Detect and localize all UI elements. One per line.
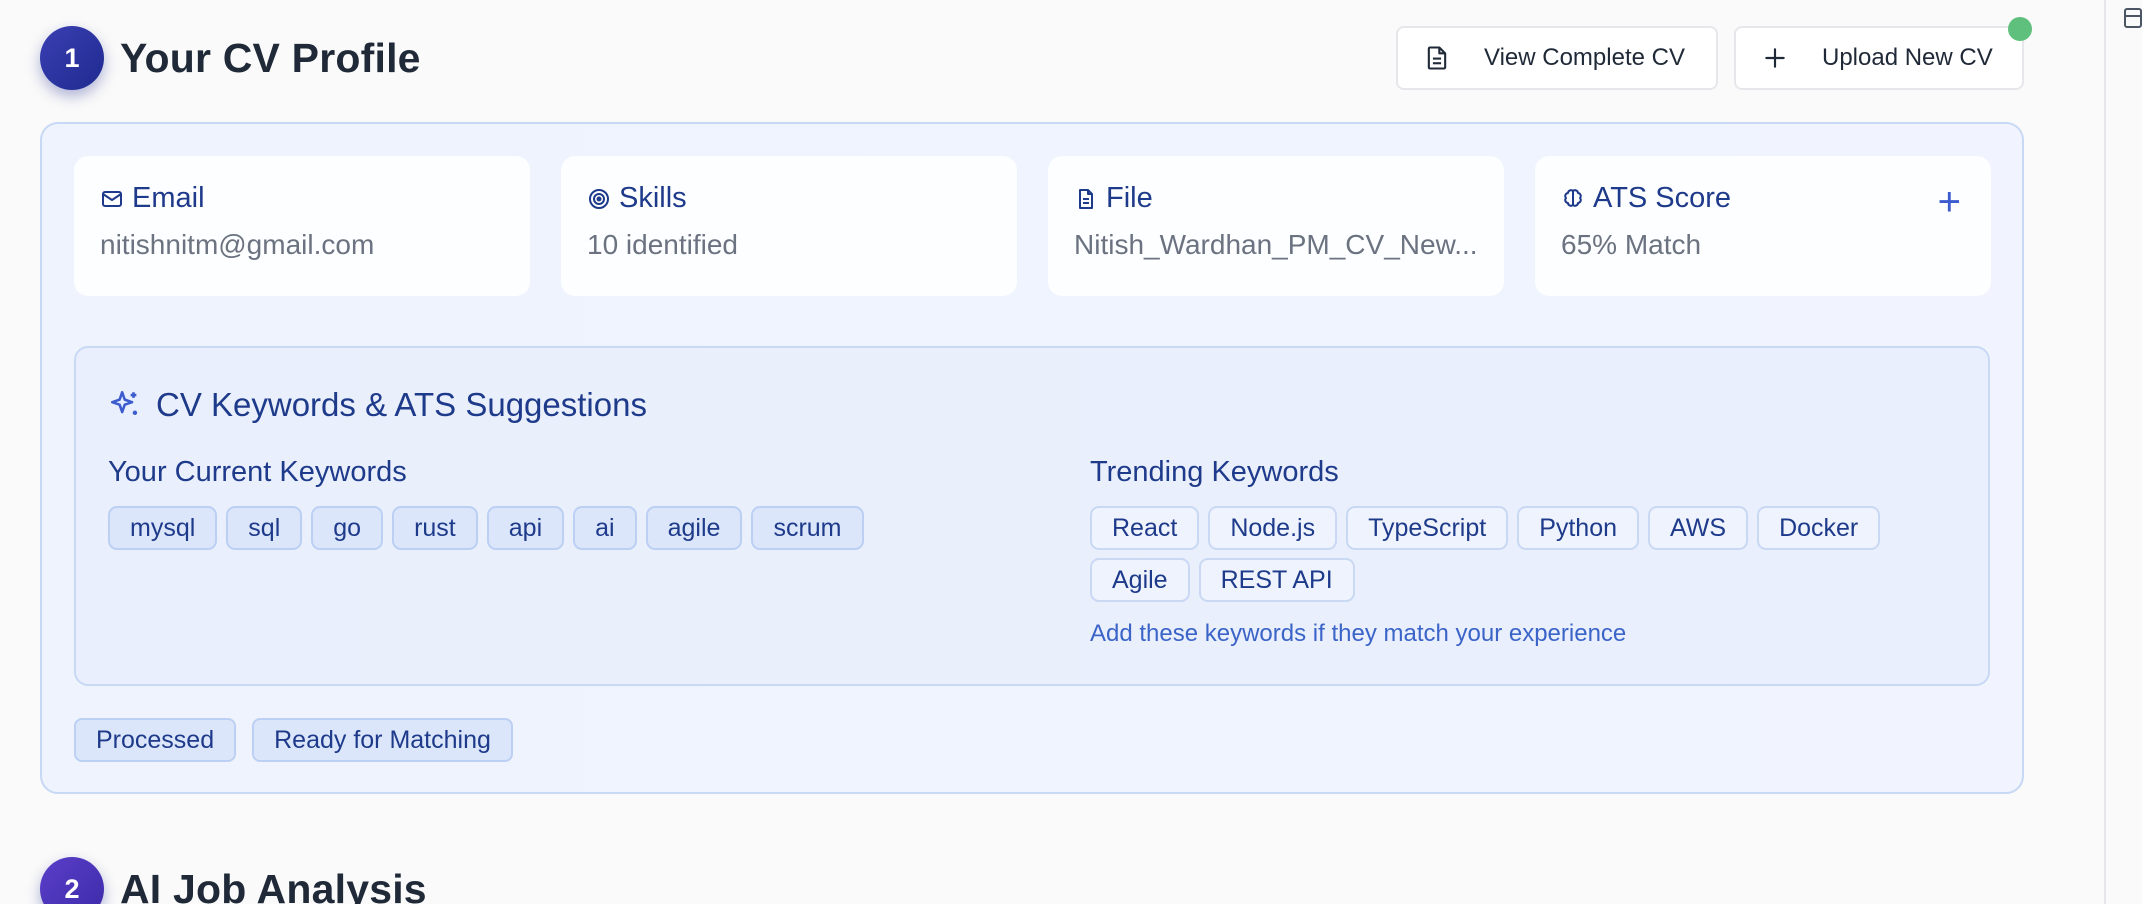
status-pills: Processed Ready for Matching <box>74 718 513 762</box>
upload-new-cv-button[interactable]: Upload New CV <box>1734 26 2024 90</box>
trending-keyword-chip[interactable]: Docker <box>1757 506 1881 550</box>
trending-keywords-list: React Node.js TypeScript Python AWS Dock… <box>1090 506 1970 602</box>
keywords-title: CV Keywords & ATS Suggestions <box>156 386 647 423</box>
step-badge: 1 <box>40 26 104 90</box>
section-header-job-analysis: 2 AI Job Analysis <box>40 857 427 904</box>
keyword-chip: agile <box>645 506 743 550</box>
keywords-panel: CV Keywords & ATS Suggestions Your Curre… <box>74 346 1990 686</box>
keyword-chip: mysql <box>108 506 218 550</box>
section-title: AI Job Analysis <box>120 865 427 904</box>
file-icon <box>1074 187 1098 211</box>
email-value: nitishnitm@gmail.com <box>100 229 375 260</box>
trending-keyword-chip[interactable]: REST API <box>1198 558 1355 602</box>
page-title: Your CV Profile <box>120 34 421 81</box>
current-keywords-title: Your Current Keywords <box>108 456 407 488</box>
keywords-heading: CV Keywords & ATS Suggestions <box>108 386 647 424</box>
view-complete-cv-label: View Complete CV <box>1484 44 1685 71</box>
panel-toggle-icon[interactable] <box>2124 8 2142 28</box>
step-badge: 2 <box>40 857 104 904</box>
document-icon <box>1422 43 1452 73</box>
sparkles-icon <box>108 388 142 422</box>
trending-keyword-chip[interactable]: Node.js <box>1208 506 1338 550</box>
target-icon <box>587 187 611 211</box>
email-label: Email <box>132 182 205 214</box>
keywords-hint: Add these keywords if they match your ex… <box>1090 620 1627 647</box>
email-tile: Email nitishnitm@gmail.com <box>74 156 530 296</box>
online-status-dot <box>2008 17 2032 41</box>
ats-score-tile: ATS Score 65% Match + <box>1535 156 1991 296</box>
brain-icon <box>1561 187 1585 211</box>
file-tile: File Nitish_Wardhan_PM_CV_New... <box>1048 156 1504 296</box>
cv-profile-card: Email nitishnitm@gmail.com Skills 10 ide… <box>40 122 2024 794</box>
skills-label: Skills <box>619 182 687 214</box>
mail-icon <box>100 187 124 211</box>
current-keywords-list: mysql sql go rust api ai agile scrum <box>108 506 988 550</box>
keyword-chip: sql <box>226 506 303 550</box>
section-header-cv-profile: 1 Your CV Profile <box>40 26 421 90</box>
file-label: File <box>1106 182 1153 214</box>
keyword-chip: ai <box>573 506 637 550</box>
status-badge-ready: Ready for Matching <box>252 718 513 762</box>
plus-icon <box>1760 43 1790 73</box>
trending-keyword-chip[interactable]: React <box>1090 506 1200 550</box>
right-panel-divider <box>2104 0 2106 904</box>
file-value: Nitish_Wardhan_PM_CV_New... <box>1074 229 1478 260</box>
skills-value: 10 identified <box>587 229 739 260</box>
trending-keywords-title: Trending Keywords <box>1090 456 1339 488</box>
status-badge-processed: Processed <box>74 718 237 762</box>
keyword-chip: rust <box>392 506 478 550</box>
trending-keyword-chip[interactable]: AWS <box>1648 506 1749 550</box>
expand-plus-icon[interactable]: + <box>1938 182 1961 222</box>
view-complete-cv-button[interactable]: View Complete CV <box>1396 26 1718 90</box>
ats-score-value: 65% Match <box>1561 229 1702 260</box>
trending-keyword-chip[interactable]: Python <box>1517 506 1640 550</box>
keyword-chip: scrum <box>751 506 864 550</box>
trending-keyword-chip[interactable]: TypeScript <box>1346 506 1509 550</box>
keyword-chip: go <box>311 506 384 550</box>
keyword-chip: api <box>486 506 565 550</box>
ats-score-label: ATS Score <box>1593 182 1732 214</box>
trending-keyword-chip[interactable]: Agile <box>1090 558 1190 602</box>
upload-new-cv-label: Upload New CV <box>1822 44 1993 71</box>
skills-tile: Skills 10 identified <box>561 156 1017 296</box>
